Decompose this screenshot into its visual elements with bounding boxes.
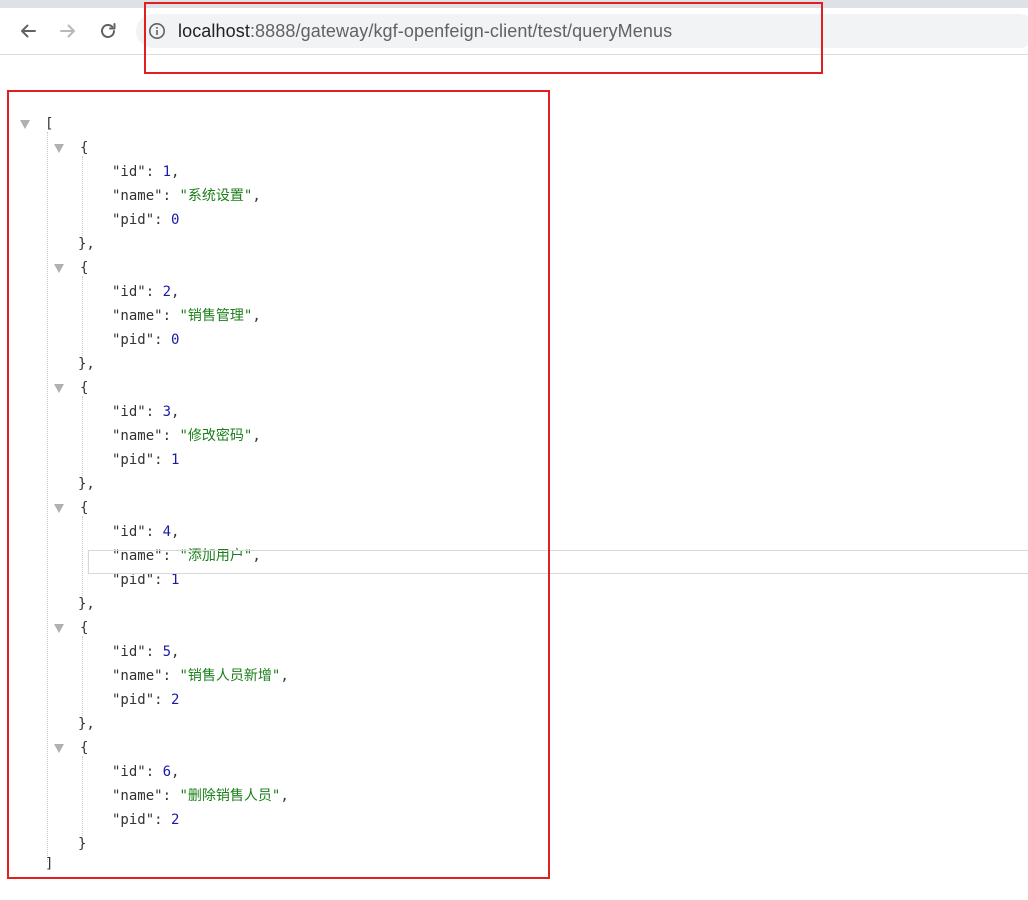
reload-icon xyxy=(101,23,116,38)
forward-button[interactable] xyxy=(56,19,80,43)
reload-button[interactable] xyxy=(96,19,120,43)
json-annotation-box xyxy=(7,90,550,879)
forward-arrow-icon xyxy=(60,24,75,38)
url-annotation-box xyxy=(144,2,823,74)
back-button[interactable] xyxy=(16,19,40,43)
back-arrow-icon xyxy=(21,24,36,38)
